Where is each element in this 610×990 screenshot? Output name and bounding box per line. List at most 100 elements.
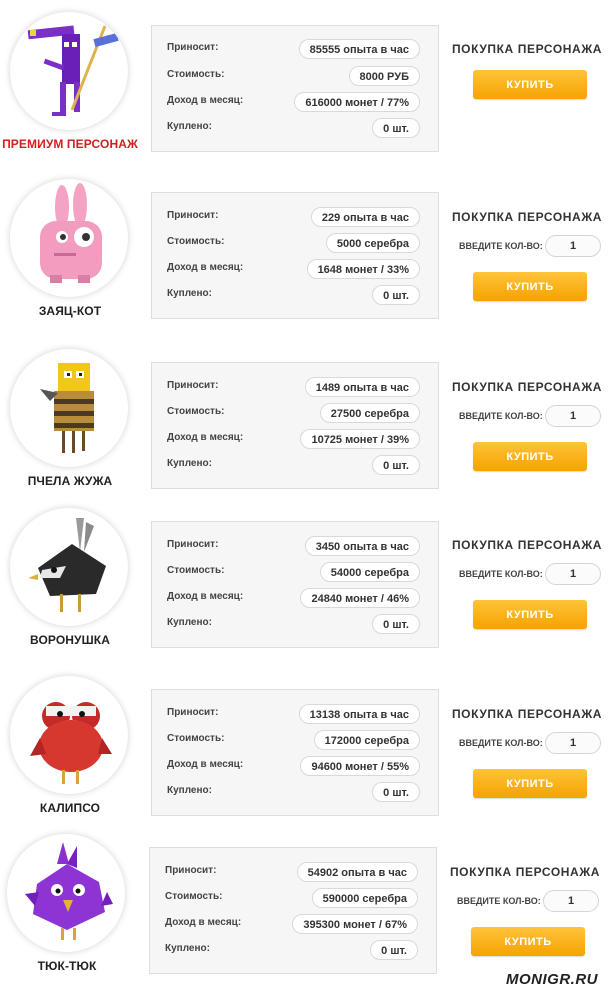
stat-brings: Приносит: 3450 опыта в час — [167, 536, 420, 556]
stat-value: 10725 монет / 39% — [300, 429, 420, 449]
purple-spiky-bird-icon — [7, 834, 125, 952]
stat-value: 27500 серебра — [319, 403, 420, 423]
premium-purple-creature-icon — [10, 12, 128, 130]
stat-label: Доход в месяц: — [167, 262, 244, 273]
stat-brings: Приносит: 1489 опыта в час — [167, 377, 420, 397]
character-row-premium: ПРЕМИУМ ПЕРСОНАЖ Приносит: 85555 опыта в… — [0, 0, 610, 165]
stat-label: Стоимость: — [167, 69, 225, 80]
character-row-hare-cat: ЗАЯЦ-КОТ Приносит: 229 опыта в час Стоим… — [0, 167, 610, 332]
purchase-title: ПОКУПКА ПЕРСОНАЖА — [451, 707, 603, 721]
stat-value: 229 опыта в час — [310, 207, 420, 227]
buy-button[interactable]: КУПИТЬ — [473, 600, 587, 629]
stat-cost: Стоимость: 54000 серебра — [167, 562, 420, 582]
character-row-crow: ВОРОНУШКА Приносит: 3450 опыта в час Сто… — [0, 496, 610, 661]
buy-button[interactable]: КУПИТЬ — [473, 70, 587, 99]
stat-value: 395300 монет / 67% — [292, 914, 418, 934]
character-row-bee: ПЧЕЛА ЖУЖА Приносит: 1489 опыта в час Ст… — [0, 337, 610, 502]
stat-brings: Приносит: 85555 опыта в час — [167, 39, 420, 59]
stat-value: 0 шт. — [372, 285, 420, 305]
stat-cost: Стоимость: 590000 серебра — [165, 888, 418, 908]
character-stats-panel: Приносит: 229 опыта в час Стоимость: 500… — [151, 192, 439, 319]
stat-value: 54000 серебра — [319, 562, 420, 582]
stat-label: Доход в месяц: — [165, 917, 242, 928]
stat-label: Доход в месяц: — [167, 95, 244, 106]
stat-label: Приносит: — [167, 42, 219, 53]
stat-label: Приносит: — [167, 707, 219, 718]
hare-cat-icon — [10, 179, 128, 297]
buy-button[interactable]: КУПИТЬ — [473, 272, 587, 301]
stat-cost: Стоимость: 8000 РУБ — [167, 66, 420, 86]
stat-label: Стоимость: — [167, 236, 225, 247]
buy-button[interactable]: КУПИТЬ — [471, 927, 585, 956]
stat-label: Стоимость: — [167, 733, 225, 744]
stat-income: Доход в месяц: 395300 монет / 67% — [165, 914, 418, 934]
quantity-input[interactable] — [543, 890, 599, 912]
red-bird-icon — [10, 676, 128, 794]
purchase-title: ПОКУПКА ПЕРСОНАЖА — [451, 380, 603, 394]
stat-value: 3450 опыта в час — [304, 536, 420, 556]
character-name: ПЧЕЛА ЖУЖА — [27, 474, 113, 488]
character-stats-panel: Приносит: 1489 опыта в час Стоимость: 27… — [151, 362, 439, 489]
stat-bought: Куплено: 0 шт. — [167, 118, 420, 138]
quantity-label: ВВЕДИТЕ КОЛ-ВО: — [459, 738, 543, 748]
stat-cost: Стоимость: 172000 серебра — [167, 730, 420, 750]
quantity-input[interactable] — [545, 235, 601, 257]
stat-label: Приносит: — [167, 210, 219, 221]
stat-income: Доход в месяц: 1648 монет / 33% — [167, 259, 420, 279]
stat-value: 94600 монет / 55% — [300, 756, 420, 776]
stat-label: Куплено: — [167, 458, 212, 469]
stat-label: Приносит: — [167, 539, 219, 550]
quantity-label: ВВЕДИТЕ КОЛ-ВО: — [457, 896, 541, 906]
stat-value: 13138 опыта в час — [298, 704, 420, 724]
stat-value: 616000 монет / 77% — [294, 92, 420, 112]
stat-label: Куплено: — [167, 785, 212, 796]
purchase-title: ПОКУПКА ПЕРСОНАЖА — [451, 210, 603, 224]
stat-value: 0 шт. — [372, 614, 420, 634]
stat-income: Доход в месяц: 94600 монет / 55% — [167, 756, 420, 776]
stat-label: Стоимость: — [167, 565, 225, 576]
buy-button[interactable]: КУПИТЬ — [473, 769, 587, 798]
stat-value: 0 шт. — [370, 940, 418, 960]
crow-icon — [10, 508, 128, 626]
quantity-input[interactable] — [545, 732, 601, 754]
quantity-input[interactable] — [545, 405, 601, 427]
stat-brings: Приносит: 13138 опыта в час — [167, 704, 420, 724]
character-name: КАЛИПСО — [39, 801, 101, 815]
character-stats-panel: Приносит: 54902 опыта в час Стоимость: 5… — [149, 847, 437, 974]
purchase-title: ПОКУПКА ПЕРСОНАЖА — [451, 42, 603, 56]
stat-cost: Стоимость: 27500 серебра — [167, 403, 420, 423]
buy-button[interactable]: КУПИТЬ — [473, 442, 587, 471]
stat-cost: Стоимость: 5000 серебра — [167, 233, 420, 253]
stat-income: Доход в месяц: 616000 монет / 77% — [167, 92, 420, 112]
quantity-input[interactable] — [545, 563, 601, 585]
purchase-title: ПОКУПКА ПЕРСОНАЖА — [449, 865, 601, 879]
stat-value: 8000 РУБ — [348, 66, 420, 86]
stat-value: 1489 опыта в час — [304, 377, 420, 397]
quantity-label: ВВЕДИТЕ КОЛ-ВО: — [459, 411, 543, 421]
stat-bought: Куплено: 0 шт. — [167, 782, 420, 802]
quantity-label: ВВЕДИТЕ КОЛ-ВО: — [459, 241, 543, 251]
stat-value: 0 шт. — [372, 455, 420, 475]
stat-value: 85555 опыта в час — [298, 39, 420, 59]
stat-value: 54902 опыта в час — [296, 862, 418, 882]
stat-brings: Приносит: 229 опыта в час — [167, 207, 420, 227]
stat-label: Доход в месяц: — [167, 432, 244, 443]
stat-label: Приносит: — [167, 380, 219, 391]
stat-label: Доход в месяц: — [167, 759, 244, 770]
stat-brings: Приносит: 54902 опыта в час — [165, 862, 418, 882]
stat-bought: Куплено: 0 шт. — [167, 285, 420, 305]
stat-label: Доход в месяц: — [167, 591, 244, 602]
stat-value: 590000 серебра — [311, 888, 418, 908]
stat-value: 5000 серебра — [325, 233, 420, 253]
watermark: MONIGR.RU — [506, 971, 598, 988]
stat-income: Доход в месяц: 24840 монет / 46% — [167, 588, 420, 608]
stat-label: Куплено: — [167, 617, 212, 628]
stat-income: Доход в месяц: 10725 монет / 39% — [167, 429, 420, 449]
character-name: ТЮК-ТЮК — [37, 959, 97, 973]
stat-label: Куплено: — [165, 943, 210, 954]
stat-label: Приносит: — [165, 865, 217, 876]
character-stats-panel: Приносит: 85555 опыта в час Стоимость: 8… — [151, 25, 439, 152]
character-stats-panel: Приносит: 13138 опыта в час Стоимость: 1… — [151, 689, 439, 816]
stat-label: Куплено: — [167, 288, 212, 299]
stat-label: Куплено: — [167, 121, 212, 132]
